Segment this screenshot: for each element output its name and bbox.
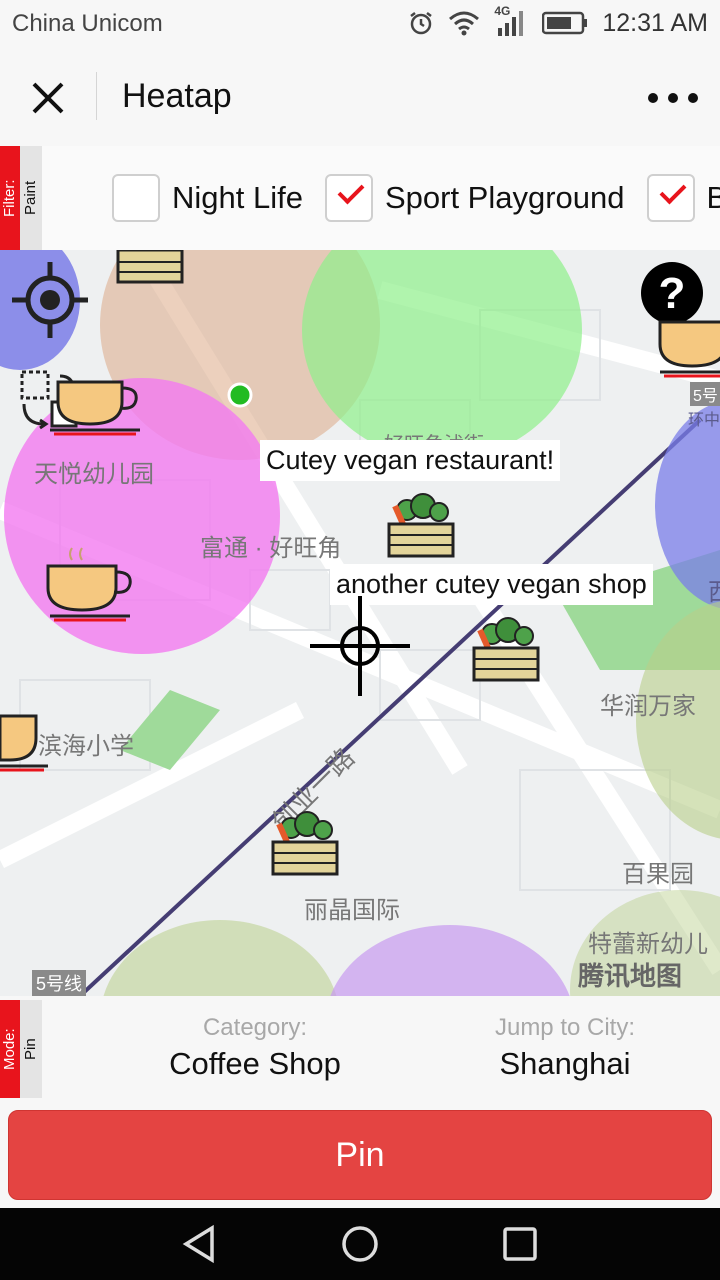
location-dot-icon [227, 382, 253, 408]
coffee-cup-icon[interactable] [50, 368, 146, 438]
filter-label: Sport Playground [384, 180, 625, 215]
bottom-bar: Mode: Pin Category: Coffee Shop Jump to … [0, 996, 720, 1100]
filter-tab-label: Filter: [0, 146, 20, 250]
city-value: Shanghai [499, 1046, 631, 1081]
place-label-restaurant[interactable]: Cutey vegan restaurant! [260, 440, 561, 481]
mode-tab[interactable]: Mode: Pin [0, 1000, 42, 1098]
carrier-name: China Unicom [12, 10, 163, 37]
map-label: 5号 [690, 382, 720, 406]
coffee-cup-icon[interactable] [42, 546, 138, 626]
map-label: 华润万家 [600, 693, 696, 720]
more-dot [648, 93, 658, 103]
category-selector[interactable]: Category: Coffee Shop [140, 1014, 370, 1082]
wifi-icon [449, 11, 480, 36]
filter-mode-tab[interactable]: Filter: Paint [0, 146, 42, 250]
category-value: Coffee Shop [169, 1046, 341, 1081]
city-caption: Jump to City: [494, 1014, 636, 1041]
home-icon[interactable] [340, 1224, 380, 1264]
filter-list: Night Life Sport Playground B [112, 174, 720, 222]
alarm-icon [410, 12, 433, 35]
system-nav-bar [0, 1208, 720, 1280]
vegetable-crate-icon[interactable] [472, 614, 542, 684]
filter-label: Night Life [172, 180, 303, 215]
filter-tab-value: Paint [20, 146, 42, 250]
crosshair-icon[interactable] [10, 260, 90, 340]
more-dot [688, 93, 698, 103]
pin-button[interactable]: Pin [8, 1110, 712, 1200]
close-button[interactable] [22, 72, 74, 124]
filter-item-night-life[interactable]: Night Life [112, 174, 303, 222]
center-crosshair-icon [310, 596, 410, 696]
mode-tab-value: Pin [20, 1000, 42, 1098]
map-label: 西 [708, 572, 720, 607]
checkbox-b[interactable] [646, 174, 695, 222]
filter-bar: Filter: Paint Night Life Sport Playgroun… [0, 146, 720, 250]
clock: 12:31 AM [602, 8, 708, 37]
filter-item-sport-playground[interactable]: Sport Playground [324, 174, 625, 222]
city-selector[interactable]: Jump to City: Shanghai [450, 1014, 680, 1082]
map-view[interactable]: 天悦幼儿园 富通 · 好旺角 好旺角沭街 滨海小学 创业一路 华润万家 百果园 … [0, 250, 720, 996]
map-label: 天悦幼儿园 [34, 461, 154, 488]
recents-icon[interactable] [500, 1224, 540, 1264]
checkbox-sport-playground[interactable] [324, 174, 373, 222]
vegetable-crate-icon[interactable] [116, 250, 186, 290]
status-bar: China Unicom 4G 12:31 AM [0, 0, 720, 50]
page-title: Heatap [122, 77, 232, 115]
checkbox-night-life[interactable] [112, 174, 160, 222]
signal-icon: 4G [494, 4, 528, 38]
title-divider [96, 72, 97, 120]
more-options-button[interactable] [648, 80, 698, 116]
coffee-cup-icon[interactable] [0, 696, 60, 776]
mode-tab-label: Mode: [0, 1000, 20, 1098]
battery-icon [542, 11, 588, 35]
vegetable-crate-icon[interactable] [271, 808, 341, 878]
map-label: 环中 [688, 412, 720, 429]
back-icon[interactable] [180, 1224, 220, 1264]
map-label: 百果园 [622, 861, 694, 888]
category-caption: Category: [202, 1014, 308, 1041]
map-label: 富通 · 好旺角 [200, 535, 342, 562]
vegetable-crate-icon[interactable] [387, 490, 457, 560]
title-bar: Heatap [0, 50, 720, 146]
map-watermark: 腾讯地图 [578, 961, 683, 991]
filter-label: B [706, 180, 720, 215]
map-label: 5号线 [32, 970, 87, 996]
close-icon [32, 82, 64, 114]
coffee-cup-icon[interactable] [656, 290, 720, 380]
status-icons: 4G 12:31 AM [408, 4, 708, 38]
map-label: 丽晶国际 [304, 897, 400, 924]
filter-item-b[interactable]: B [646, 174, 720, 222]
more-dot [668, 93, 678, 103]
map-label: 特蕾新幼儿 [588, 931, 708, 958]
